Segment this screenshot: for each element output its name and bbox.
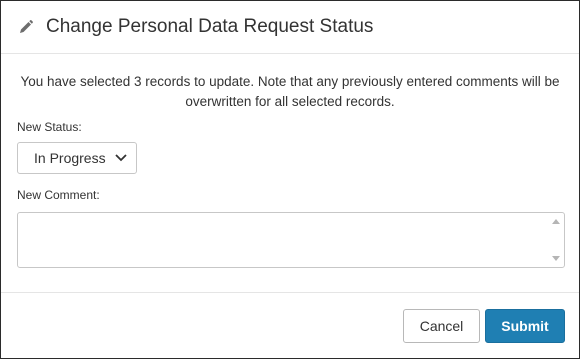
status-dropdown-value: In Progress (34, 150, 106, 166)
chevron-down-icon (114, 154, 127, 162)
change-status-dialog: Change Personal Data Request Status You … (0, 0, 580, 359)
comment-textarea[interactable] (17, 212, 565, 268)
info-message: You have selected 3 records to update. N… (20, 74, 560, 109)
textarea-scrollbar[interactable] (548, 213, 564, 267)
dialog-header: Change Personal Data Request Status (1, 1, 579, 54)
dialog-title: Change Personal Data Request Status (46, 16, 374, 37)
new-comment-label: New Comment: (17, 188, 100, 202)
pencil-icon (18, 19, 34, 35)
scroll-up-arrow-icon[interactable] (552, 219, 560, 224)
submit-button[interactable]: Submit (485, 309, 565, 343)
dialog-footer: Cancel Submit (1, 292, 579, 359)
new-status-label: New Status: (17, 120, 82, 134)
cancel-button[interactable]: Cancel (403, 309, 480, 343)
status-dropdown[interactable]: In Progress (17, 142, 137, 174)
dialog-body: You have selected 3 records to update. N… (1, 72, 579, 268)
scroll-down-arrow-icon[interactable] (552, 256, 560, 261)
